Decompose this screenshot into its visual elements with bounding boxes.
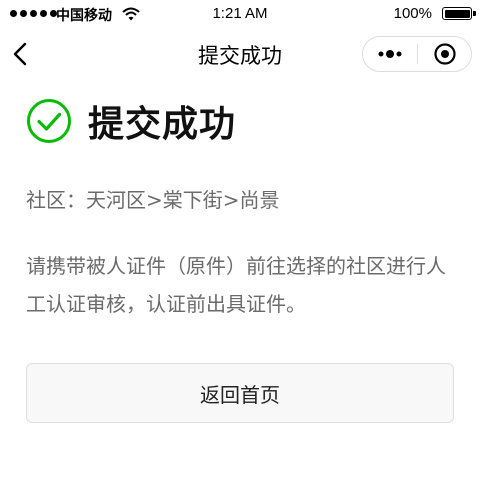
instruction-text: 请携带被人证件（原件）前往选择的社区进行人工认证审核，认证前出具证件。 bbox=[26, 254, 446, 316]
community-info: 社区：天河区>棠下街>尚景 bbox=[26, 184, 280, 213]
return-home-button[interactable]: 返回首页 bbox=[26, 363, 454, 423]
community-value: 天河区>棠下街>尚景 bbox=[86, 188, 280, 212]
battery-percent: 100% bbox=[393, 5, 432, 22]
close-mini-program-button[interactable] bbox=[418, 37, 471, 71]
mini-program-capsule bbox=[362, 36, 472, 72]
community-label: 社区： bbox=[26, 188, 86, 212]
battery-cap bbox=[473, 11, 476, 16]
screen: 中国移动 1:21 AM 100% 提交成功 提交成功 社区：天河区>棠下街>尚… bbox=[0, 0, 480, 480]
battery-icon bbox=[442, 7, 472, 20]
result-title: 提交成功 bbox=[88, 104, 237, 145]
more-dots-icon bbox=[378, 50, 402, 58]
navigation-bar: 提交成功 bbox=[0, 28, 480, 80]
status-bar: 中国移动 1:21 AM 100% bbox=[0, 0, 480, 28]
target-circle-icon bbox=[433, 43, 456, 65]
more-button[interactable] bbox=[363, 37, 417, 71]
check-circle-icon bbox=[27, 99, 71, 143]
result-header: 提交成功 bbox=[26, 95, 236, 147]
battery-level bbox=[444, 9, 470, 18]
